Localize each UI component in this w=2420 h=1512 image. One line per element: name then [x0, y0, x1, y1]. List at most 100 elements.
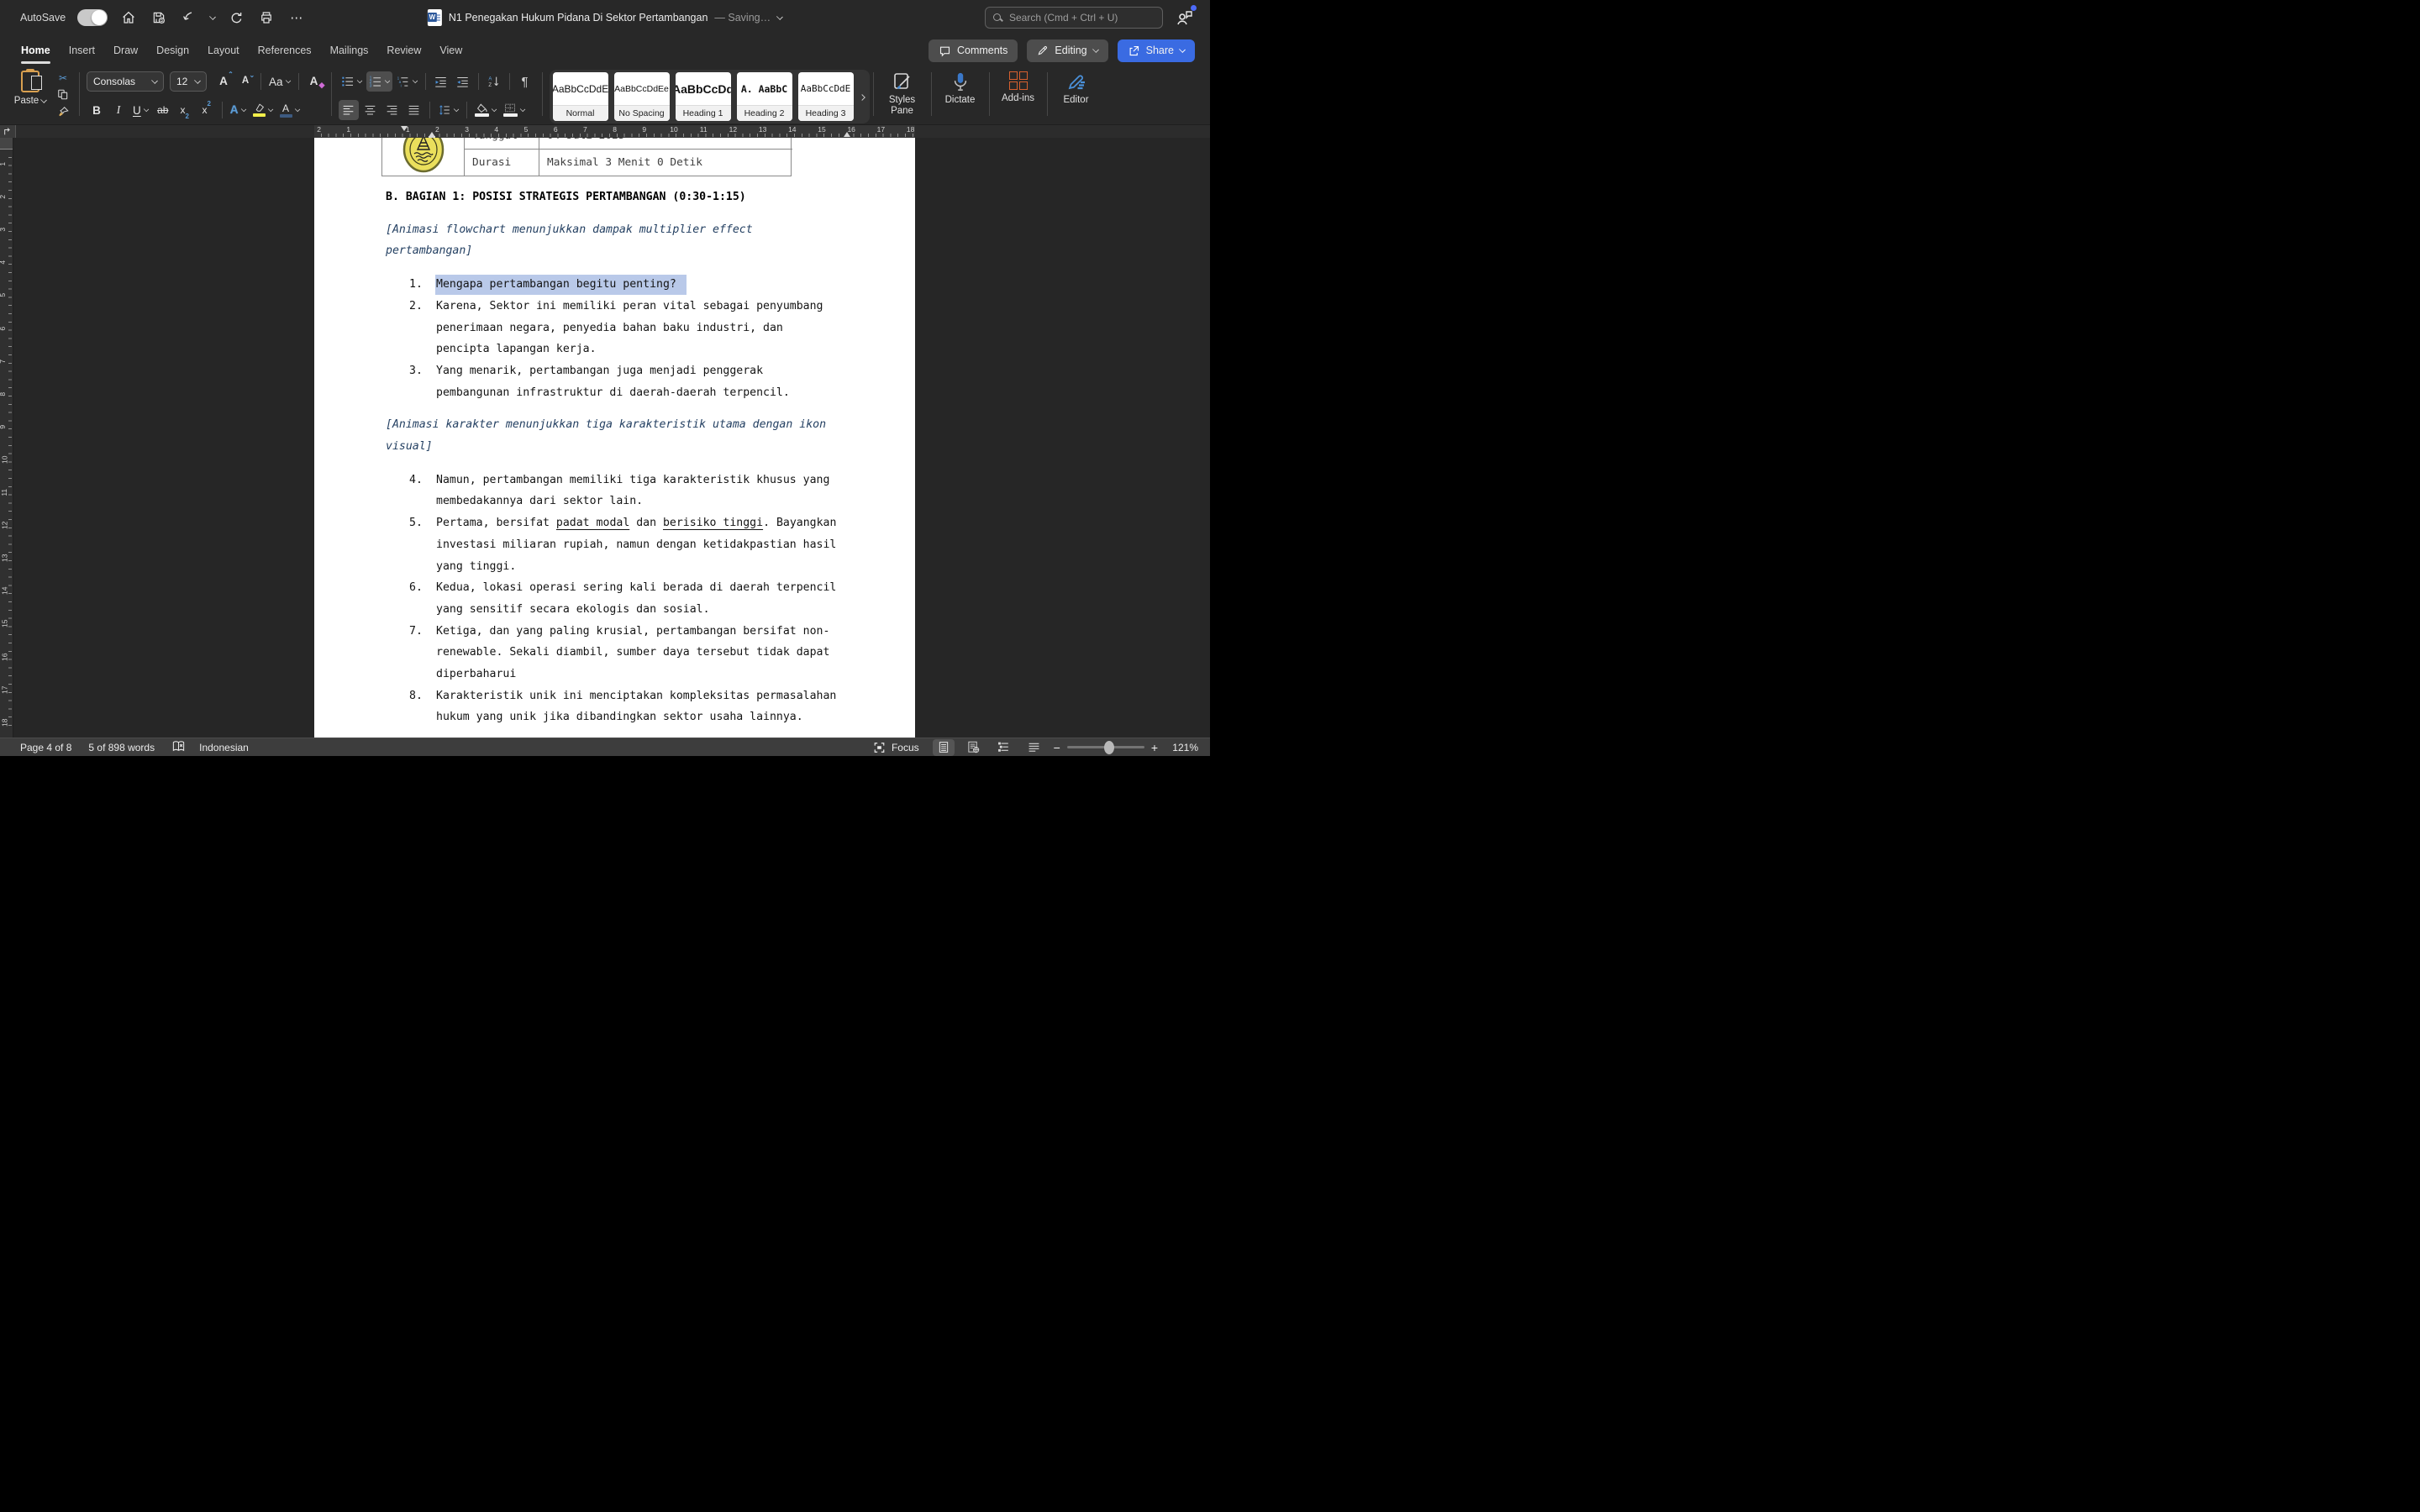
tab-view[interactable]: View: [430, 35, 471, 66]
tab-layout[interactable]: Layout: [198, 35, 249, 66]
style-heading-3[interactable]: AaBbCcDdEHeading 3: [798, 72, 854, 121]
sort-button[interactable]: AZ: [484, 71, 504, 92]
zoom-slider[interactable]: − +: [1054, 742, 1158, 753]
tab-mailings[interactable]: Mailings: [321, 35, 378, 66]
undo-icon[interactable]: [180, 8, 198, 27]
tab-references[interactable]: References: [249, 35, 321, 66]
table-value-cell[interactable]: Maksimal 3 Menit 0 Detik: [539, 150, 792, 176]
cut-button[interactable]: ✂: [54, 70, 72, 86]
save-icon[interactable]: [150, 8, 168, 27]
styles-pane-button[interactable]: Styles Pane: [881, 69, 924, 117]
page-indicator[interactable]: Page 4 of 8: [20, 742, 71, 753]
undo-dropdown-chevron-icon[interactable]: [209, 13, 216, 20]
format-painter-button[interactable]: [54, 103, 72, 119]
copy-button[interactable]: [54, 87, 72, 102]
numbered-list-item[interactable]: 3.Yang menarik, pertambangan juga menjad…: [386, 360, 837, 403]
more-options-icon[interactable]: ⋯: [287, 8, 306, 27]
increase-indent-button[interactable]: [453, 71, 473, 92]
italic-button[interactable]: I: [108, 100, 129, 120]
numbered-list-item[interactable]: 4.Namun, pertambangan memiliki tiga kara…: [386, 470, 837, 512]
borders-button[interactable]: [501, 100, 528, 120]
style-heading-2[interactable]: A. AaBbCHeading 2: [737, 72, 792, 121]
highlight-color-button[interactable]: [250, 100, 276, 120]
grow-font-button[interactable]: A⌃: [213, 71, 234, 92]
autosave-toggle[interactable]: [77, 9, 108, 26]
numbered-list-item[interactable]: 5.Pertama, bersifat padat modal dan beri…: [386, 512, 837, 577]
comments-button[interactable]: Comments: [929, 39, 1018, 62]
shrink-font-button[interactable]: A⌄: [235, 71, 255, 92]
clear-formatting-button[interactable]: A◆: [304, 71, 324, 92]
align-right-button[interactable]: [382, 100, 402, 120]
tab-insert[interactable]: Insert: [60, 35, 104, 66]
text-effects-button[interactable]: A: [228, 100, 249, 120]
print-icon[interactable]: [257, 8, 276, 27]
right-indent-marker[interactable]: [844, 132, 850, 137]
numbering-button[interactable]: /**/123: [366, 71, 392, 92]
superscript-button[interactable]: x2: [197, 100, 217, 120]
subscript-button[interactable]: x2: [175, 100, 195, 120]
justify-button[interactable]: [404, 100, 424, 120]
table-label-cell[interactable]: Durasi: [464, 150, 539, 176]
editing-mode-button[interactable]: Editing: [1027, 39, 1107, 62]
tab-home[interactable]: Home: [12, 35, 60, 66]
table-label-cell[interactable]: Tanggal: [464, 138, 539, 150]
paste-button[interactable]: Paste: [8, 69, 52, 119]
decrease-indent-button[interactable]: [431, 71, 451, 92]
search-input[interactable]: Search (Cmd + Ctrl + U): [985, 7, 1163, 29]
numbered-list-item[interactable]: 7.Ketiga, dan yang paling krusial, perta…: [386, 621, 837, 685]
font-color-button[interactable]: A: [277, 100, 302, 120]
tab-stop-selector[interactable]: [0, 125, 16, 139]
font-size-select[interactable]: 12: [170, 71, 207, 92]
zoom-slider-thumb[interactable]: [1104, 741, 1114, 754]
annotation-paragraph[interactable]: [Animasi flowchart menunjukkan dampak mu…: [386, 219, 837, 262]
align-center-button[interactable]: [360, 100, 381, 120]
bullets-button[interactable]: [339, 71, 365, 92]
style-no-spacing[interactable]: AaBbCcDdEeNo Spacing: [614, 72, 670, 121]
line-spacing-button[interactable]: [435, 100, 461, 120]
document-title-area[interactable]: W N1 Penegakan Hukum Pidana Di Sektor Pe…: [428, 0, 782, 35]
addins-button[interactable]: Add-ins: [997, 69, 1040, 104]
underline-button[interactable]: U: [130, 100, 151, 120]
style-normal[interactable]: AaBbCcDdENormal: [553, 72, 608, 121]
first-line-indent-marker[interactable]: [401, 126, 408, 131]
tab-draw[interactable]: Draw: [104, 35, 147, 66]
table-value-cell[interactable]: 04 Juli 2025: [539, 138, 792, 150]
bold-button[interactable]: B: [87, 100, 107, 120]
numbered-list-item[interactable]: 2.Karena, Sektor ini memiliki peran vita…: [386, 296, 837, 360]
multilevel-list-button[interactable]: /**/1ai: [394, 71, 420, 92]
numbered-list-item[interactable]: 8.Karakteristik unik ini menciptakan kom…: [386, 685, 837, 728]
numbered-list-item[interactable]: 6.Kedua, lokasi operasi sering kali bera…: [386, 577, 837, 620]
editor-button[interactable]: Editor: [1055, 69, 1098, 106]
header-table[interactable]: Tanggal04 Juli 2025DurasiMaksimal 3 Meni…: [381, 138, 792, 176]
document-page[interactable]: Tanggal04 Juli 2025DurasiMaksimal 3 Meni…: [314, 138, 915, 738]
account-presence-icon[interactable]: [1175, 8, 1195, 28]
tab-review[interactable]: Review: [377, 35, 430, 66]
shading-button[interactable]: [472, 100, 499, 120]
zoom-out-button[interactable]: −: [1054, 742, 1060, 753]
horizontal-ruler[interactable]: 21123456789101112131415161718: [0, 124, 1210, 138]
spellcheck-icon[interactable]: [171, 740, 186, 755]
language-indicator[interactable]: Indonesian: [199, 742, 249, 753]
numbered-list-item[interactable]: 1.Mengapa pertambangan begitu penting?: [386, 274, 837, 296]
zoom-in-button[interactable]: +: [1151, 742, 1158, 753]
tab-design[interactable]: Design: [147, 35, 198, 66]
vertical-ruler[interactable]: 123456789101112131415161718: [0, 138, 13, 738]
zoom-level[interactable]: 121%: [1166, 742, 1198, 753]
draft-view-button[interactable]: [1023, 739, 1045, 756]
align-left-button[interactable]: [339, 100, 359, 120]
outline-view-button[interactable]: [993, 739, 1015, 756]
change-case-button[interactable]: Aa: [266, 71, 293, 92]
redo-icon[interactable]: [227, 8, 245, 27]
more-styles-button[interactable]: [860, 89, 865, 104]
font-name-select[interactable]: Consolas: [87, 71, 164, 92]
dictate-button[interactable]: Dictate: [939, 69, 982, 106]
strikethrough-button[interactable]: ab: [153, 100, 173, 120]
annotation-paragraph[interactable]: [Animasi karakter menunjukkan tiga karak…: [386, 414, 837, 457]
web-layout-view-button[interactable]: [963, 739, 985, 756]
show-formatting-button[interactable]: ¶: [515, 71, 535, 92]
print-layout-view-button[interactable]: [933, 739, 955, 756]
share-button[interactable]: Share: [1118, 39, 1195, 62]
word-count[interactable]: 5 of 898 words: [88, 742, 155, 753]
home-icon[interactable]: [119, 8, 138, 27]
focus-mode-button[interactable]: Focus: [873, 742, 919, 753]
